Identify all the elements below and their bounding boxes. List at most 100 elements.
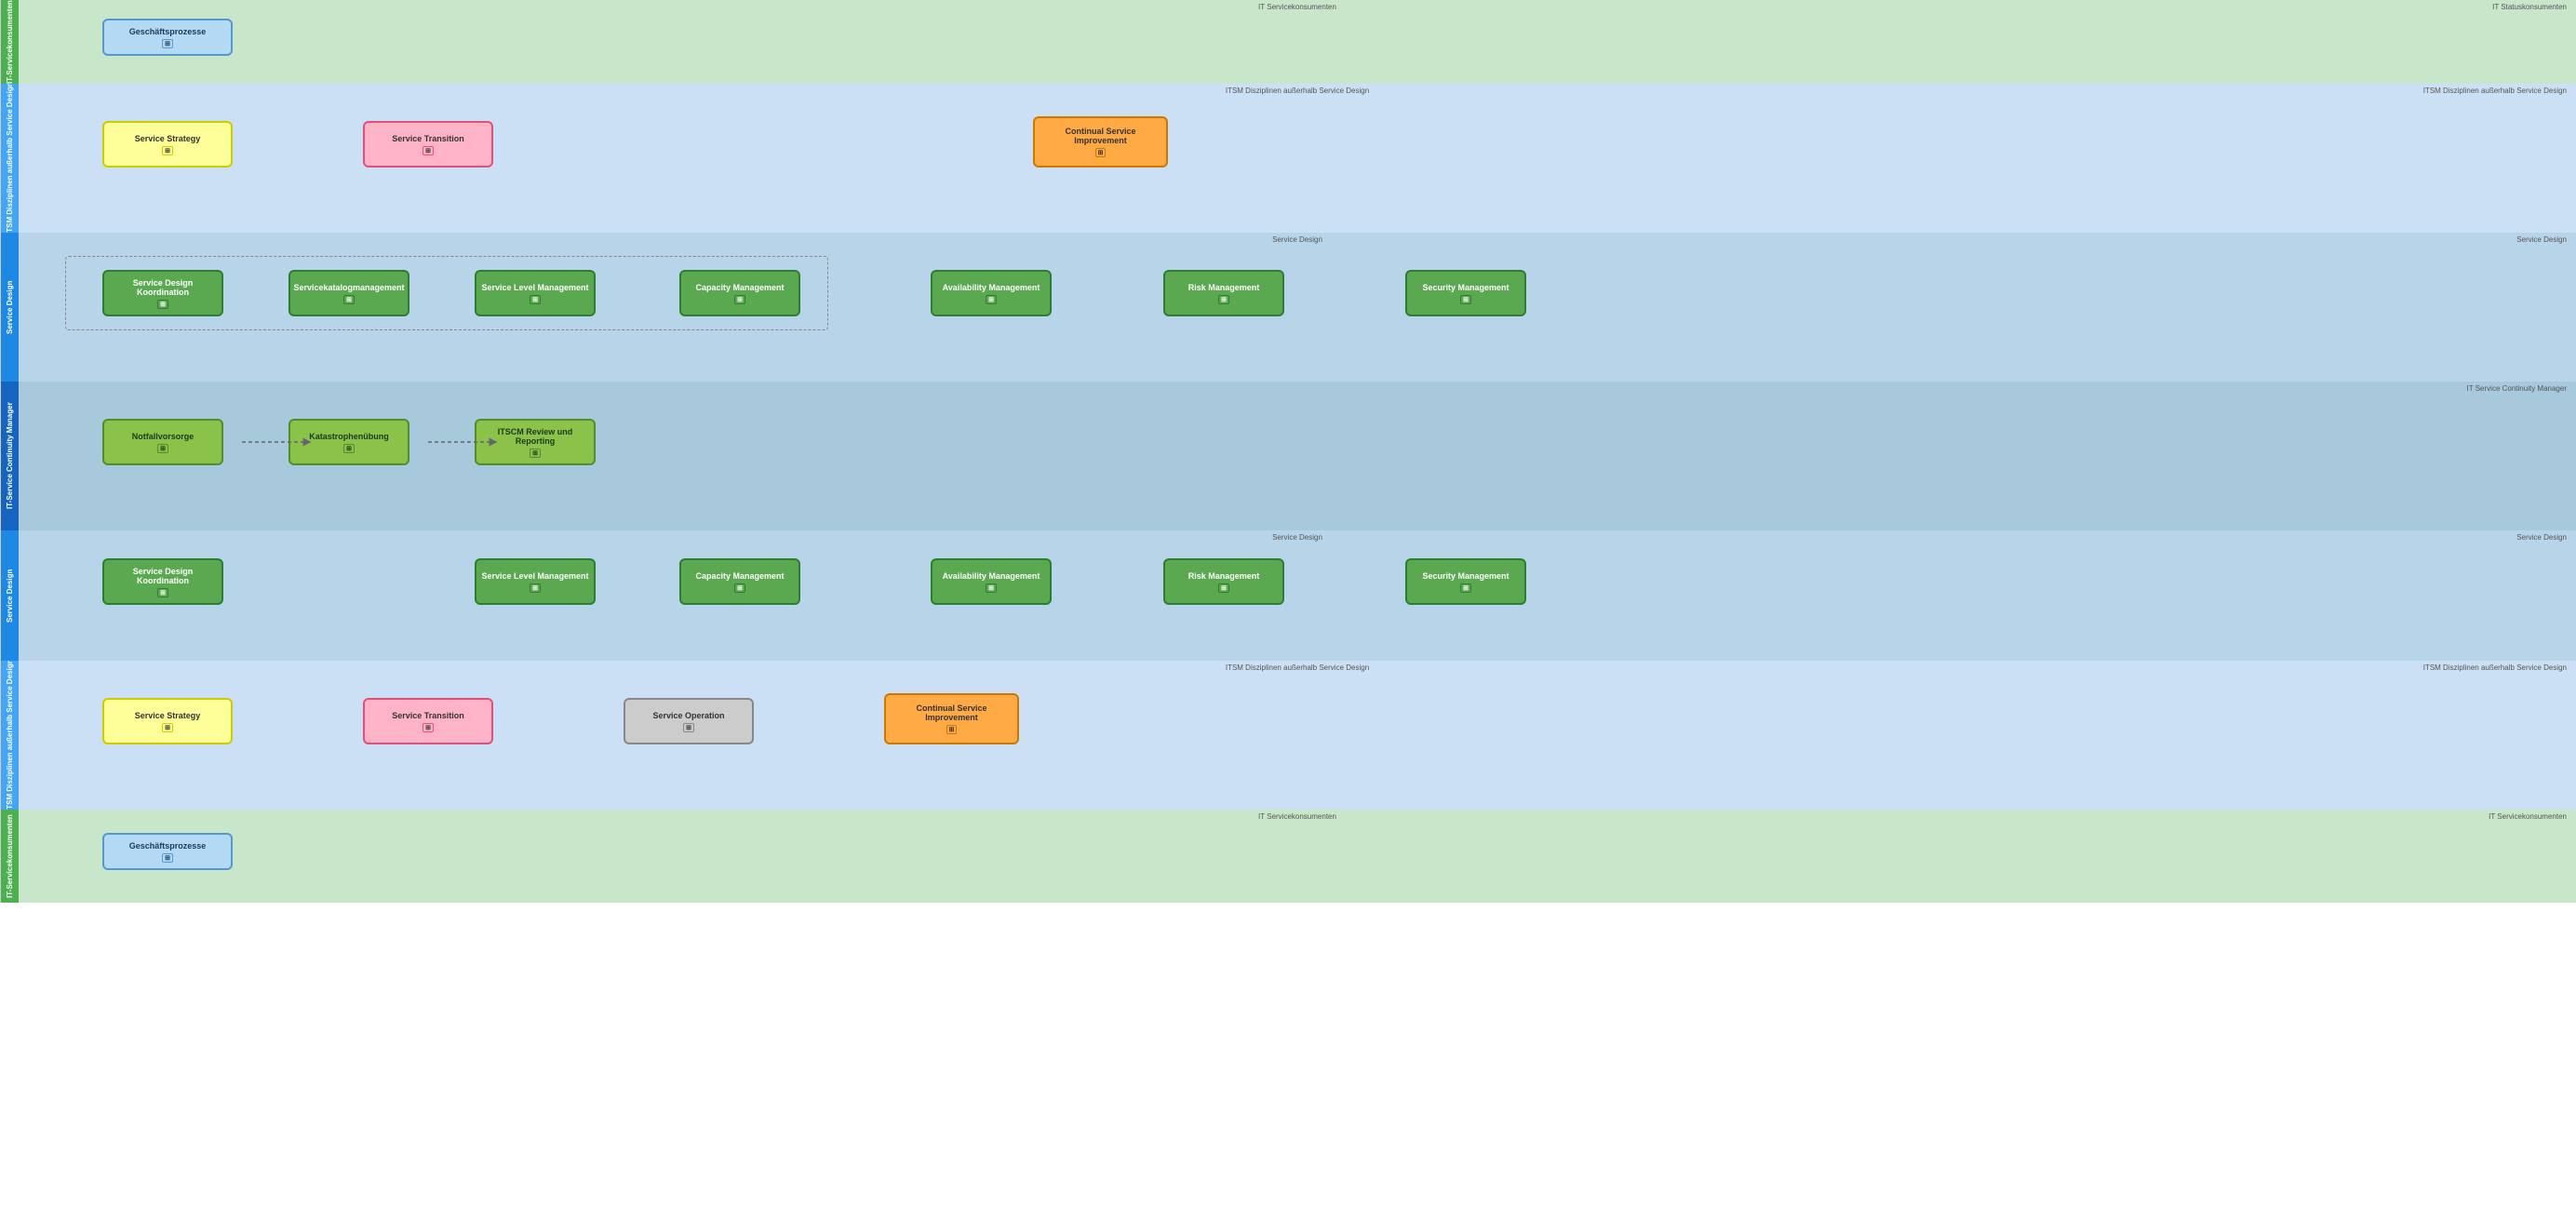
row-title-it-consumers-bot: IT Servicekonsumenten	[1258, 812, 1336, 821]
expand-icon-avail-bot: ⊞	[986, 583, 997, 593]
node-label-slm-bot: Service Level Management	[481, 571, 588, 581]
row-service-design-top: Service Design Service Design Service Desi…	[0, 233, 2576, 382]
row-right-title-itsm-outside-top: ITSM Disziplinen außerhalb Service Desig…	[2423, 87, 2567, 95]
node-label-sec-top: Security Management	[1422, 283, 1509, 292]
node-label-continual-service-improvement-bot: Continual Service Improvement	[889, 704, 1014, 722]
node-itscm-review[interactable]: ITSCM Review und Reporting ⊞	[475, 419, 596, 465]
row-label-itscm: IT-Service Continuity Manager	[0, 382, 19, 530]
expand-icon-avail-top: ⊞	[986, 295, 997, 304]
node-service-operation-bot[interactable]: Service Operation ⊞	[624, 698, 754, 744]
node-cap-top[interactable]: Capacity Management ⊞	[679, 270, 800, 316]
node-label-continual-service-improvement-top: Continual Service Improvement	[1038, 127, 1163, 145]
row-right-title-itsm-outside-bot: ITSM Disziplinen außerhalb Service Desig…	[2423, 663, 2567, 672]
node-label-avail-bot: Availability Management	[943, 571, 1040, 581]
node-cap-bot[interactable]: Capacity Management ⊞	[679, 558, 800, 605]
node-label-notfallvorsorge: Notfallvorsorge	[132, 432, 195, 441]
row-content-itsm-outside-top: ITSM Disziplinen außerhalb Service Desig…	[19, 84, 2576, 233]
expand-icon-itscm-review: ⊞	[530, 449, 541, 458]
row-right-title-it-consumers-top: IT Statuskonsumenten	[2492, 3, 2567, 11]
diagram-container: IT-ServicekonsumentenIT Servicekonsument…	[0, 0, 2576, 903]
row-service-design-bot: Service Design Service Design Service Desi…	[0, 530, 2576, 661]
node-avail-bot[interactable]: Availability Management ⊞	[931, 558, 1052, 605]
expand-icon-sec-bot: ⊞	[1460, 583, 1471, 593]
node-katastrophenuebung[interactable]: Katastrophenübung ⊞	[288, 419, 409, 465]
node-skm-top[interactable]: Servicekatalogmanagement⊞	[288, 270, 409, 316]
node-label-slm-top: Service Level Management	[481, 283, 588, 292]
node-label-cap-bot: Capacity Management	[695, 571, 784, 581]
node-label-service-strategy-top: Service Strategy	[135, 134, 201, 143]
row-label-itsm-outside-bot: ITSM Disziplinen außerhalb Service Desig…	[0, 661, 19, 810]
node-service-transition-bot[interactable]: Service Transition ⊞	[363, 698, 493, 744]
row-content-service-design-bot: Service Design Service Design Service Desi…	[19, 530, 2576, 661]
expand-icon-slm-top: ⊞	[530, 295, 541, 304]
row-it-consumers-top: IT-ServicekonsumentenIT Servicekonsument…	[0, 0, 2576, 84]
row-right-title-service-design-bot: Service Design	[2516, 533, 2567, 542]
expand-icon-cap-top: ⊞	[734, 295, 745, 304]
expand-icon-katastrophenuebung: ⊞	[343, 444, 355, 453]
expand-icon-continual-service-improvement-top: ⊞	[1095, 148, 1107, 157]
node-geschaeftsprozesse-top[interactable]: Geschäftsprozesse ⊞	[102, 19, 233, 56]
expand-icon-geschaeftsprozesse-bot: ⊞	[162, 853, 173, 863]
node-label-service-operation-bot: Service Operation	[652, 711, 724, 720]
node-label-avail-top: Availability Management	[943, 283, 1040, 292]
row-title-itsm-outside-bot: ITSM Disziplinen außerhalb Service Desig…	[1226, 663, 1369, 672]
expand-icon-service-transition-top: ⊞	[423, 146, 434, 155]
row-content-itsm-outside-bot: ITSM Disziplinen außerhalb Service Desig…	[19, 661, 2576, 810]
row-it-consumers-bot: IT-ServicekonsumentenIT Servicekonsument…	[0, 810, 2576, 903]
row-content-it-consumers-top: IT Servicekonsumenten IT Statuskonsumente…	[19, 0, 2576, 84]
row-content-itscm: IT Service Continuity Manager Notfallvors…	[19, 382, 2576, 530]
node-label-cap-top: Capacity Management	[695, 283, 784, 292]
node-service-transition-top[interactable]: Service Transition ⊞	[363, 121, 493, 168]
expand-icon-geschaeftsprozesse-top: ⊞	[162, 39, 173, 48]
node-risk-bot[interactable]: Risk Management ⊞	[1163, 558, 1284, 605]
node-sec-bot[interactable]: Security Management ⊞	[1405, 558, 1526, 605]
node-label-geschaeftsprozesse-bot: Geschäftsprozesse	[129, 841, 207, 851]
expand-icon-risk-top: ⊞	[1218, 295, 1229, 304]
node-label-risk-bot: Risk Management	[1188, 571, 1260, 581]
expand-icon-service-transition-bot: ⊞	[423, 723, 434, 732]
node-geschaeftsprozesse-bot[interactable]: Geschäftsprozesse ⊞	[102, 833, 233, 870]
node-sec-top[interactable]: Security Management ⊞	[1405, 270, 1526, 316]
node-sdc-bot[interactable]: Service Design Koordination⊞	[102, 558, 223, 605]
node-label-katastrophenuebung: Katastrophenübung	[309, 432, 389, 441]
node-label-skm-top: Servicekatalogmanagement	[293, 283, 404, 292]
node-label-service-strategy-bot: Service Strategy	[135, 711, 201, 720]
row-right-title-itscm: IT Service Continuity Manager	[2467, 384, 2567, 393]
row-label-itsm-outside-top: ITSM Disziplinen außerhalb Service Desig…	[0, 84, 19, 233]
expand-icon-sec-top: ⊞	[1460, 295, 1471, 304]
node-continual-service-improvement-bot[interactable]: Continual Service Improvement ⊞	[884, 693, 1019, 744]
node-risk-top[interactable]: Risk Management⊞	[1163, 270, 1284, 316]
node-sdc-top[interactable]: Service Design Koordination⊞	[102, 270, 223, 316]
row-itsm-outside-bot: ITSM Disziplinen außerhalb Service Desig…	[0, 661, 2576, 810]
expand-icon-continual-service-improvement-bot: ⊞	[946, 725, 958, 734]
node-service-strategy-bot[interactable]: Service Strategy ⊞	[102, 698, 233, 744]
node-notfallvorsorge[interactable]: Notfallvorsorge ⊞	[102, 419, 223, 465]
expand-icon-service-operation-bot: ⊞	[683, 723, 694, 732]
row-content-it-consumers-bot: IT ServicekonsumentenIT Servicekonsument…	[19, 810, 2576, 903]
node-label-service-transition-bot: Service Transition	[392, 711, 464, 720]
row-right-title-service-design-top: Service Design	[2516, 235, 2567, 244]
node-avail-top[interactable]: Availability Management ⊞	[931, 270, 1052, 316]
node-label-sdc-top: Service Design Koordination	[107, 278, 219, 297]
row-label-service-design-bot: Service Design	[0, 530, 19, 661]
node-continual-service-improvement-top[interactable]: Continual Service Improvement ⊞	[1033, 116, 1168, 168]
row-title-it-consumers-top: IT Servicekonsumenten	[1258, 3, 1336, 11]
row-title-service-design-bot: Service Design	[1272, 533, 1322, 542]
node-label-sec-bot: Security Management	[1422, 571, 1509, 581]
row-label-it-consumers-top: IT-Servicekonsumenten	[0, 0, 19, 84]
expand-icon-risk-bot: ⊞	[1218, 583, 1229, 593]
node-slm-bot[interactable]: Service Level Management⊞	[475, 558, 596, 605]
node-label-service-transition-top: Service Transition	[392, 134, 464, 143]
row-content-service-design-top: Service Design Service Design Service Desi…	[19, 233, 2576, 382]
row-itsm-outside-top: ITSM Disziplinen außerhalb Service Desig…	[0, 84, 2576, 233]
expand-icon-cap-bot: ⊞	[734, 583, 745, 593]
expand-icon-service-strategy-bot: ⊞	[162, 723, 173, 732]
node-slm-top[interactable]: Service Level Management ⊞	[475, 270, 596, 316]
node-label-itscm-review: ITSCM Review und Reporting	[479, 427, 591, 446]
node-service-strategy-top[interactable]: Service Strategy ⊞	[102, 121, 233, 168]
row-label-service-design-top: Service Design	[0, 233, 19, 382]
expand-icon-notfallvorsorge: ⊞	[157, 444, 168, 453]
row-title-service-design-top: Service Design	[1272, 235, 1322, 244]
expand-icon-service-strategy-top: ⊞	[162, 146, 173, 155]
node-label-geschaeftsprozesse-top: Geschäftsprozesse	[129, 27, 207, 36]
